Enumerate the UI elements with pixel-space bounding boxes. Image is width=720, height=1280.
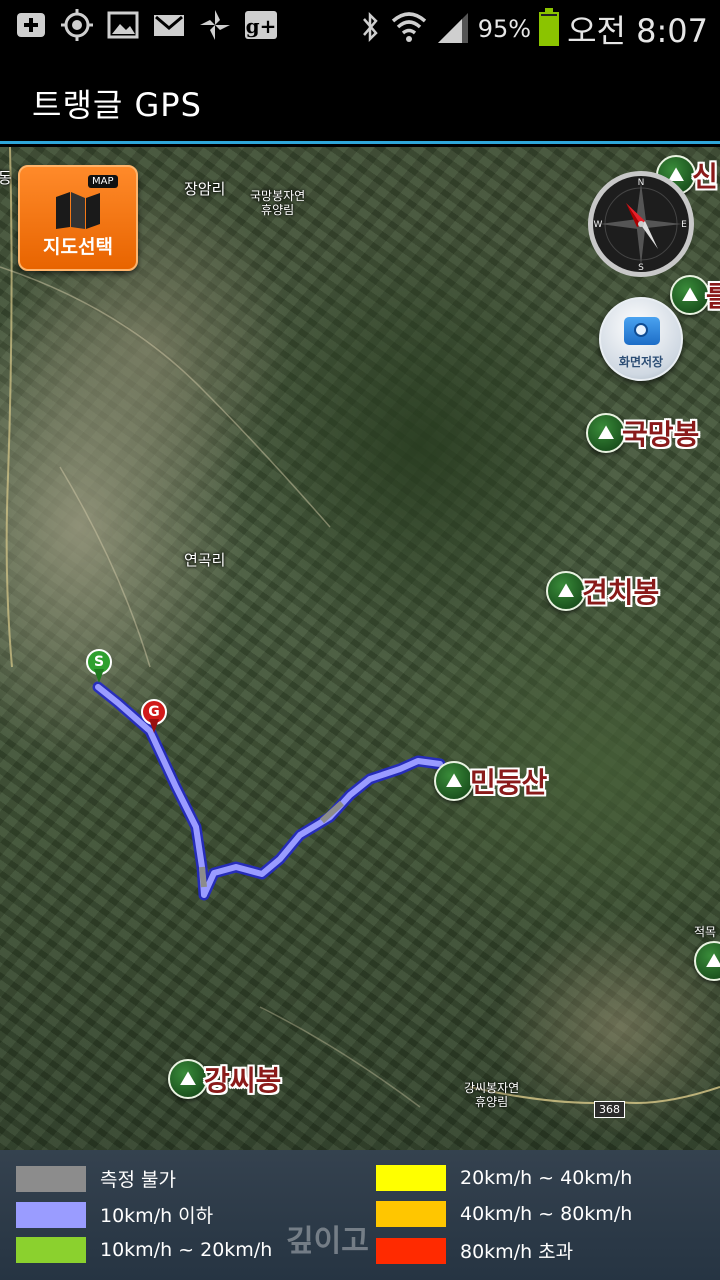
compass-s: S	[638, 263, 644, 273]
compass-e: E	[681, 220, 687, 230]
peak-name: 강씨봉	[204, 1064, 282, 1097]
compass-icon[interactable]: N S E W	[586, 169, 696, 279]
notification-icons: g+	[14, 8, 278, 42]
app-title: 트랭글 GPS	[32, 86, 202, 124]
battery-percent: 95%	[477, 15, 532, 43]
peak-name: 적목	[694, 925, 717, 939]
legend-label: 20km/h ~ 40km/h	[460, 1167, 633, 1189]
peak-marker[interactable]: ⛰ 국망봉	[586, 413, 699, 453]
legend-label: 80km/h 초과	[460, 1241, 574, 1263]
status-bar: g+ 95% 오전 8:07	[0, 0, 720, 50]
screenshot-button[interactable]: 화면저장	[599, 297, 683, 381]
place-label: 강씨봉자연 휴양림	[464, 1081, 520, 1109]
app-bar: 트랭글 GPS	[0, 50, 720, 144]
wifi-icon	[390, 9, 428, 49]
svg-text:g+: g+	[246, 14, 277, 38]
hiker-icon: ⛰	[694, 941, 720, 981]
hiker-icon: ⛰	[586, 413, 626, 453]
clock: 오전 8:07	[567, 12, 708, 50]
hiker-icon: ⛰	[546, 571, 586, 611]
gmail-icon	[152, 8, 186, 42]
pinwheel-icon	[198, 8, 232, 42]
add-box-icon	[14, 8, 48, 42]
legend-swatch	[376, 1237, 446, 1264]
legend-label: 측정 불가	[100, 1169, 176, 1191]
battery-icon	[539, 8, 560, 46]
legend-swatch	[16, 1201, 86, 1228]
legend-label: 40km/h ~ 80km/h	[460, 1203, 633, 1225]
peak-name: 를	[706, 280, 720, 313]
bluetooth-icon	[358, 9, 382, 49]
legend-item: 10km/h 이하	[16, 1201, 213, 1228]
legend-swatch	[16, 1165, 86, 1192]
place-label: 장암리	[184, 180, 226, 198]
road-number-sign: 368	[594, 1101, 625, 1118]
satellite-map[interactable]: 동 장암리 국망봉자연 휴양림 연곡리 강씨봉자연 휴양림 368 ⛰ 신 ⛰ …	[0, 147, 720, 1150]
legend-swatch	[376, 1201, 446, 1227]
peak-name: 민둥산	[470, 766, 548, 799]
picture-icon	[106, 8, 140, 42]
watermark: 깊이고	[286, 1224, 369, 1259]
camera-icon	[624, 317, 660, 345]
google-plus-icon: g+	[244, 8, 278, 42]
compass-w: W	[594, 220, 603, 230]
legend-item: 80km/h 초과	[376, 1237, 573, 1264]
hiker-icon: ⛰	[168, 1059, 208, 1099]
map-select-button[interactable]: MAP 지도선택	[18, 165, 138, 271]
legend-swatch	[376, 1165, 446, 1191]
peak-marker[interactable]: 적목 ⛰	[694, 923, 720, 981]
peak-name: 견치봉	[582, 576, 660, 609]
legend-item: 40km/h ~ 80km/h	[376, 1201, 632, 1227]
start-marker[interactable]: S	[86, 649, 112, 683]
compass-n: N	[638, 178, 645, 188]
status-right: 95% 오전 8:07	[358, 6, 708, 52]
signal-icon	[436, 9, 470, 49]
peak-marker[interactable]: ⛰ 를	[670, 275, 720, 315]
peak-marker[interactable]: ⛰ 견치봉	[546, 571, 659, 611]
map-select-label: 지도선택	[43, 236, 113, 258]
folded-map-icon	[56, 192, 100, 229]
goal-marker[interactable]: G	[141, 699, 167, 733]
place-label: 연곡리	[184, 551, 226, 569]
legend-swatch	[16, 1237, 86, 1263]
screenshot-label: 화면저장	[618, 355, 664, 369]
map-badge: MAP	[88, 175, 118, 188]
legend-item: 20km/h ~ 40km/h	[376, 1165, 632, 1191]
peak-marker[interactable]: ⛰ 민둥산	[434, 761, 547, 801]
gps-icon	[60, 8, 94, 42]
place-label: 국망봉자연 휴양림	[250, 189, 306, 217]
legend-item: 10km/h ~ 20km/h	[16, 1237, 272, 1263]
speed-legend: 깊이고 측정 불가 10km/h 이하 10km/h ~ 20km/h 20km…	[0, 1150, 720, 1280]
legend-label: 10km/h 이하	[100, 1205, 214, 1227]
hiker-icon: ⛰	[434, 761, 474, 801]
peak-name: 국망봉	[622, 418, 700, 451]
peak-marker[interactable]: ⛰ 강씨봉	[168, 1059, 281, 1099]
legend-item: 측정 불가	[16, 1165, 176, 1192]
legend-label: 10km/h ~ 20km/h	[100, 1239, 273, 1261]
place-label: 동	[0, 169, 12, 187]
hiker-icon: ⛰	[670, 275, 710, 315]
